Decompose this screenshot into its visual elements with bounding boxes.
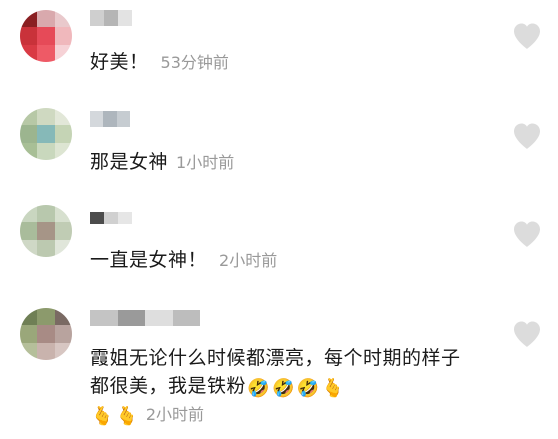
username-pixel bbox=[90, 212, 104, 224]
username-pixel bbox=[118, 212, 132, 224]
avatar-pixel bbox=[37, 222, 55, 240]
avatar-pixel bbox=[20, 125, 38, 143]
avatar-pixel bbox=[20, 142, 38, 160]
username-pixel bbox=[90, 310, 118, 326]
comment-time: 1小时前 bbox=[176, 153, 235, 172]
comment-body: 一直是女神！ 2小时前 bbox=[90, 246, 498, 275]
comment-body: 好美！ 53分钟前 bbox=[90, 48, 498, 77]
avatar-pixel bbox=[37, 342, 55, 360]
avatar-pixel bbox=[37, 125, 55, 143]
username-pixel bbox=[172, 310, 200, 326]
comment-text: 那是女神 bbox=[90, 151, 169, 173]
avatar-pixel bbox=[37, 142, 55, 160]
heart-icon[interactable] bbox=[512, 220, 542, 248]
avatar-pixel bbox=[37, 239, 55, 257]
avatar-pixel bbox=[54, 108, 72, 126]
rofl-emoji-icon: 🤣 bbox=[247, 378, 270, 399]
comment-time: 2小时前 bbox=[219, 251, 278, 270]
comment-time: 2小时前 bbox=[145, 405, 205, 424]
comment-text: 好美！ bbox=[90, 51, 149, 73]
finger-heart-emoji-icon: 🫰 bbox=[321, 378, 345, 399]
emoji-group: 🤣 🤣 🤣 🫰 bbox=[246, 375, 346, 399]
avatar-pixel bbox=[54, 308, 72, 326]
finger-heart-emoji-icon: 🫰 bbox=[91, 406, 114, 427]
avatar-pixel bbox=[20, 44, 38, 62]
avatar-pixel bbox=[37, 44, 55, 62]
avatar-pixel bbox=[20, 27, 38, 45]
avatar-pixel bbox=[54, 125, 72, 143]
avatar[interactable] bbox=[20, 308, 72, 360]
avatar[interactable] bbox=[20, 108, 72, 160]
username-pixel bbox=[116, 111, 130, 127]
avatar-pixel bbox=[54, 222, 72, 240]
rofl-emoji-icon: 🤣 bbox=[296, 378, 320, 399]
finger-heart-emoji-icon: 🫰 bbox=[115, 406, 139, 427]
username-blurred[interactable] bbox=[90, 212, 132, 224]
username-blurred[interactable] bbox=[90, 111, 130, 127]
username-pixel bbox=[103, 111, 117, 127]
heart-icon[interactable] bbox=[512, 320, 542, 348]
avatar-pixel bbox=[20, 239, 38, 257]
avatar-pixel bbox=[20, 205, 38, 223]
avatar-pixel bbox=[37, 308, 55, 326]
avatar-pixel bbox=[20, 325, 38, 343]
username-pixel bbox=[118, 10, 132, 26]
username-pixel bbox=[104, 212, 118, 224]
avatar[interactable] bbox=[20, 205, 72, 257]
rofl-emoji-icon: 🤣 bbox=[271, 378, 295, 399]
username-blurred[interactable] bbox=[90, 310, 200, 326]
avatar-pixel bbox=[54, 10, 72, 28]
avatar-pixel bbox=[37, 10, 55, 28]
avatar-pixel bbox=[54, 44, 72, 62]
username-blurred[interactable] bbox=[90, 10, 132, 26]
avatar-pixel bbox=[37, 27, 55, 45]
username-pixel bbox=[90, 111, 104, 127]
heart-icon[interactable] bbox=[512, 122, 542, 150]
heart-icon[interactable] bbox=[512, 22, 542, 50]
avatar[interactable] bbox=[20, 10, 72, 62]
avatar-pixel bbox=[54, 205, 72, 223]
avatar-pixel bbox=[54, 27, 72, 45]
avatar-pixel bbox=[54, 239, 72, 257]
comment-body: 那是女神 1小时前 bbox=[90, 148, 498, 177]
comment-text: 一直是女神！ bbox=[90, 249, 208, 271]
avatar-pixel bbox=[20, 10, 38, 28]
comment-time: 53分钟前 bbox=[160, 53, 229, 72]
avatar-pixel bbox=[54, 342, 72, 360]
avatar-pixel bbox=[20, 342, 38, 360]
username-pixel bbox=[117, 310, 145, 326]
comment-body: 霞姐无论什么时候都漂亮，每个时期的样子都很美，我是铁粉🤣 🤣 🤣 🫰 🫰 🫰 2小时前 bbox=[90, 344, 470, 429]
emoji-group: 🫰 🫰 bbox=[90, 403, 140, 427]
username-pixel bbox=[90, 10, 104, 26]
avatar-pixel bbox=[37, 205, 55, 223]
avatar-pixel bbox=[20, 108, 38, 126]
username-pixel bbox=[145, 310, 173, 326]
avatar-pixel bbox=[54, 325, 72, 343]
avatar-pixel bbox=[20, 308, 38, 326]
username-pixel bbox=[104, 10, 118, 26]
avatar-pixel bbox=[54, 142, 72, 160]
avatar-pixel bbox=[37, 108, 55, 126]
avatar-pixel bbox=[20, 222, 38, 240]
avatar-pixel bbox=[37, 325, 55, 343]
